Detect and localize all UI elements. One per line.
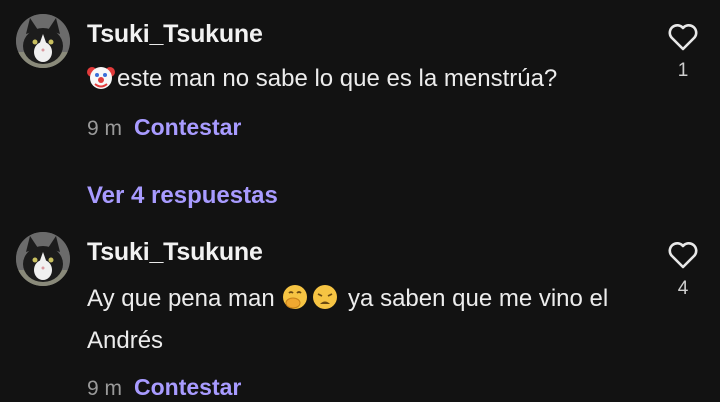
comment-text-before: Ay que pena man [87, 285, 275, 312]
cat-avatar-image [16, 232, 70, 286]
username[interactable]: Tsuki_Tsukune [87, 238, 263, 267]
reply-button[interactable]: Contestar [134, 374, 241, 400]
face-with-hand-over-mouth-emoji [281, 283, 309, 311]
timestamp: 9 m [87, 377, 123, 400]
like-block: 4 [664, 240, 702, 300]
weary-face-emoji [311, 283, 339, 311]
like-count: 4 [677, 278, 689, 299]
comment-meta: 9 m Contestar [87, 374, 241, 401]
comment-text: Ay que pena man ya saben que me vino el … [87, 278, 647, 362]
comment-2: Tsuki_Tsukune Ay que pena man ya saben q… [0, 0, 720, 402]
avatar[interactable] [16, 232, 70, 286]
heart-icon[interactable] [667, 240, 699, 270]
